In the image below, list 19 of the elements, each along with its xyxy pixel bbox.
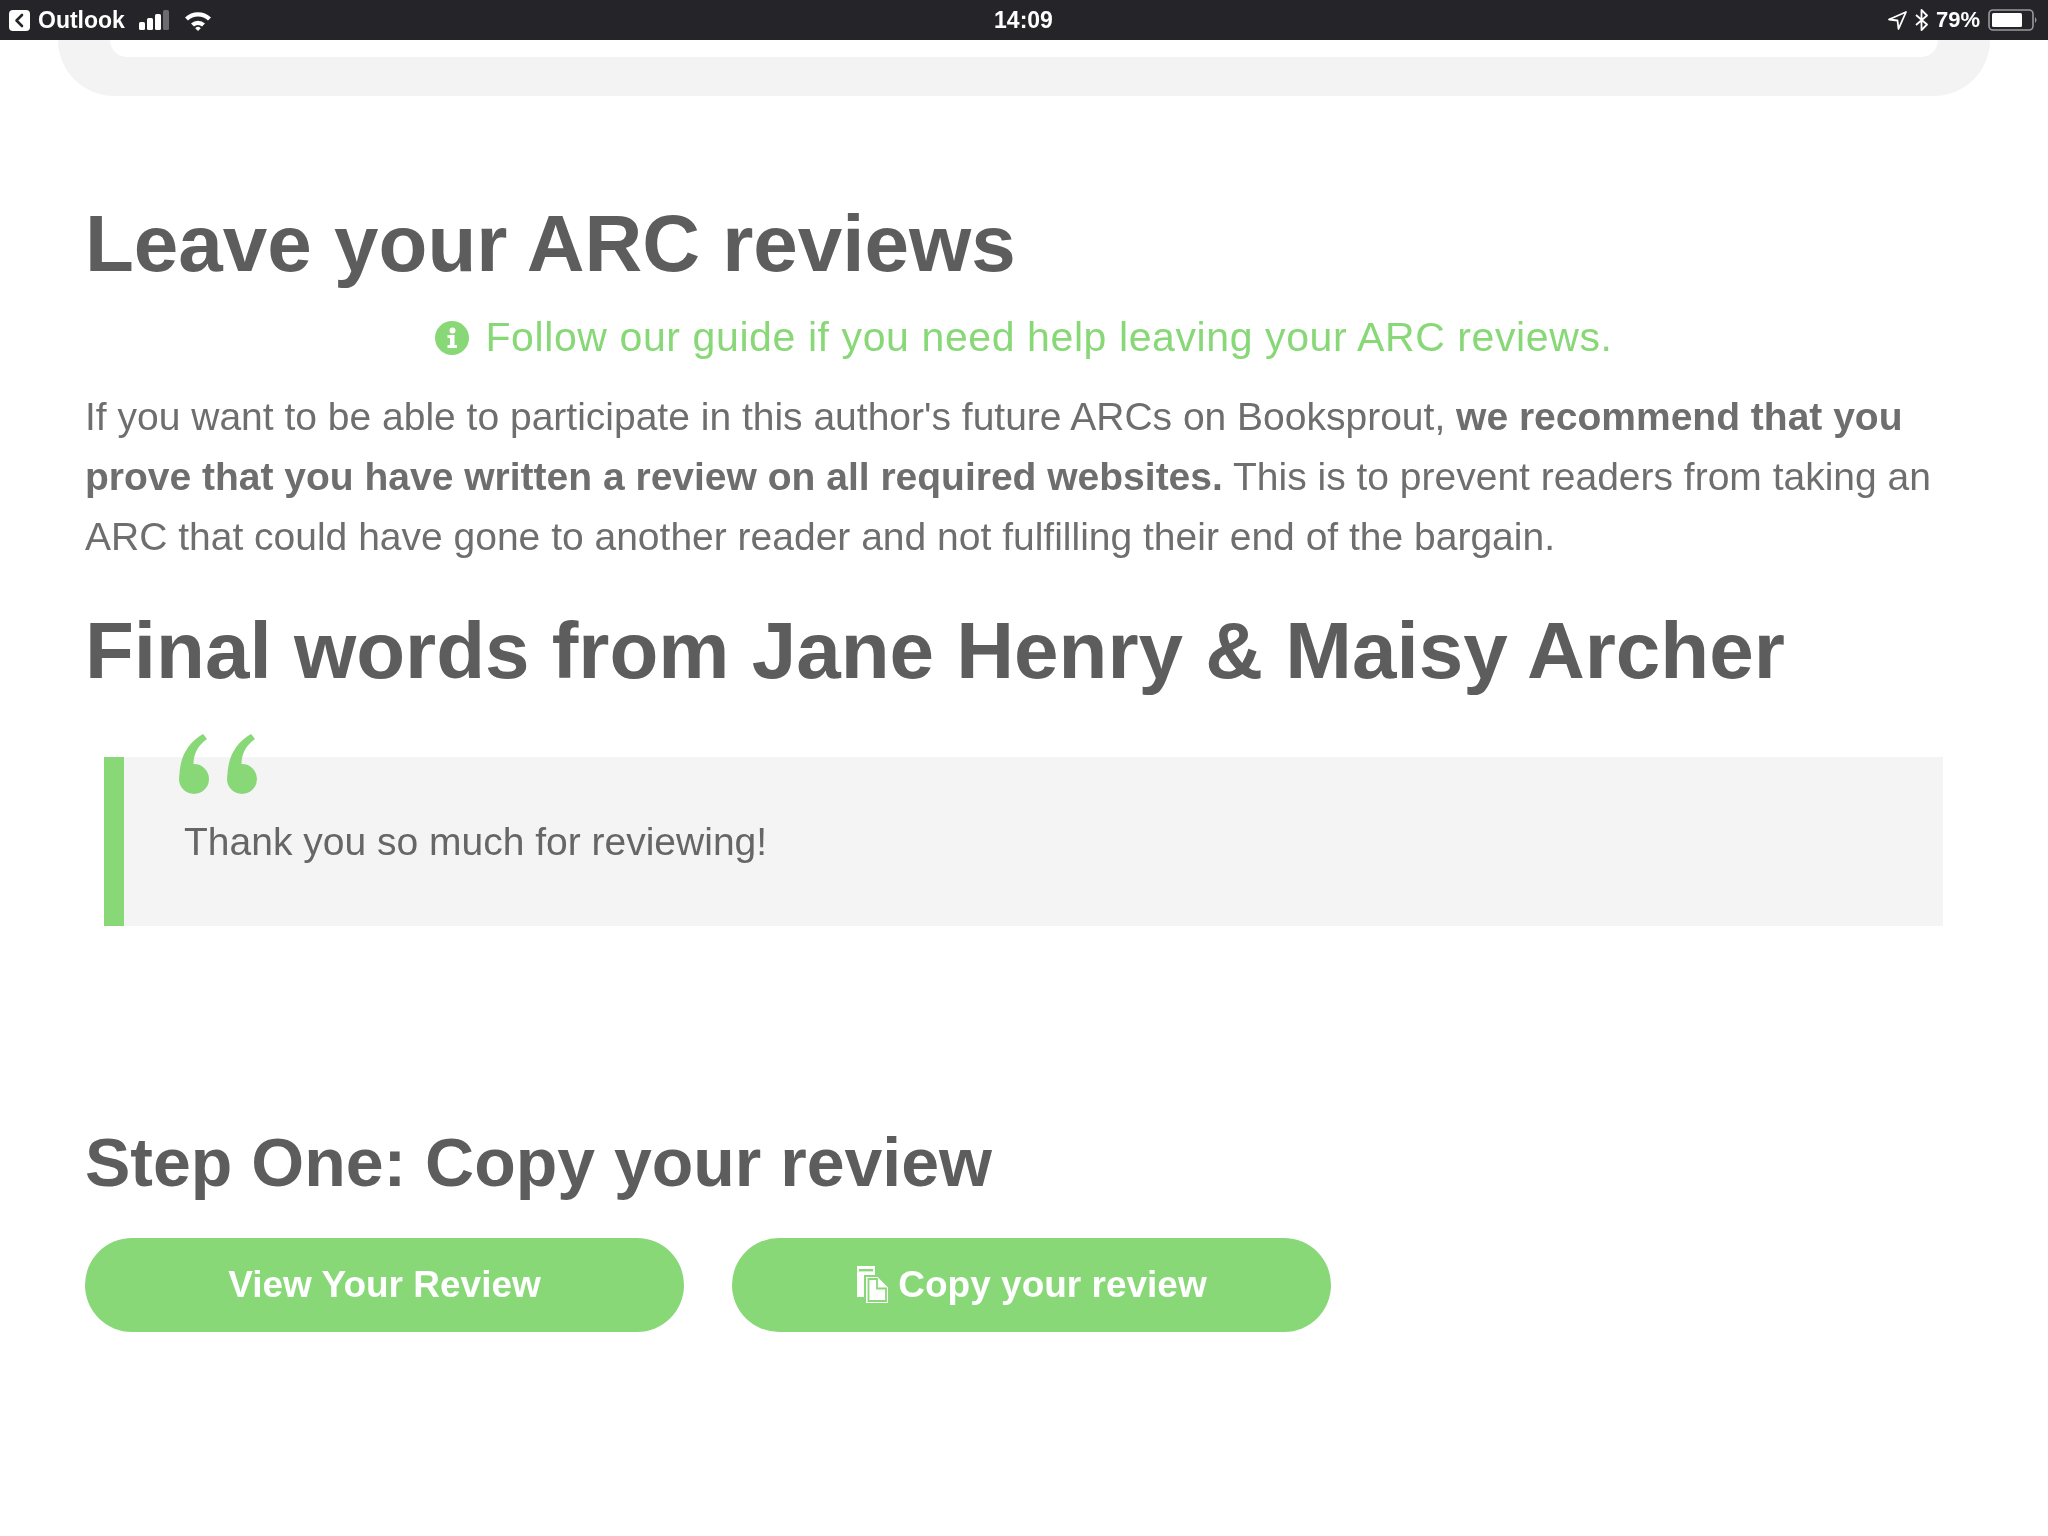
- section-heading: Leave your ARC reviews: [85, 198, 1017, 290]
- bluetooth-icon: [1914, 9, 1928, 31]
- section-heading: Final words from Jane Henry & Maisy Archer: [85, 605, 1786, 697]
- copy-document-icon: [856, 1264, 891, 1305]
- info-icon: [435, 320, 470, 355]
- copy-review-button[interactable]: Copy your review: [732, 1237, 1331, 1332]
- body-paragraph: If you want to be able to participate in this author's future ARCs on Booksprout, we recommend that you prove that you have written a review on all required websites. This is to prevent readers from taking an ARC that could have gone to another reader and not fulfilling their end of the bargain.: [85, 394, 1932, 560]
- section-heading: Step One: Copy your review: [85, 1123, 993, 1202]
- battery-percentage: 79%: [1935, 7, 1980, 33]
- view-review-button[interactable]: View Your Review: [85, 1237, 684, 1332]
- wifi-icon: [183, 9, 212, 31]
- guide-link[interactable]: Follow our guide if you need help leaving your ARC reviews.: [485, 314, 1613, 361]
- back-chevron-icon: [9, 9, 30, 31]
- clock-time: 14:09: [994, 6, 1053, 34]
- location-arrow-icon: [1887, 10, 1907, 30]
- battery-icon: [1988, 9, 2038, 31]
- quote-text: Thank you so much for reviewing!: [184, 819, 768, 864]
- signal-icon: [138, 10, 170, 30]
- back-to-app-link[interactable]: Outlook: [9, 6, 125, 34]
